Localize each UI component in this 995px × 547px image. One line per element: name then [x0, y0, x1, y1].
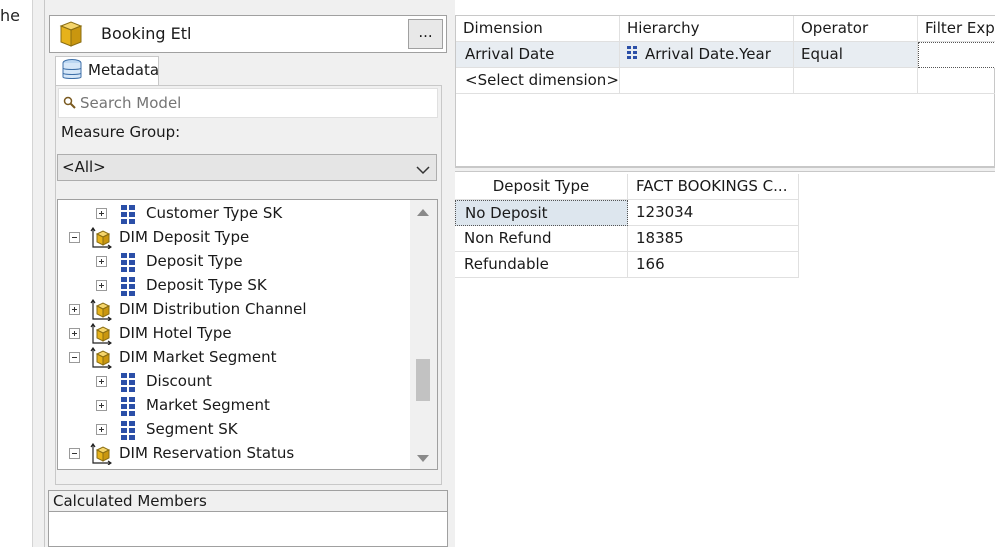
results-cell-deposit-type[interactable]: No Deposit [455, 200, 628, 226]
dimension-icon [90, 226, 113, 250]
tree-item-label: Customer Type SK [146, 204, 283, 222]
calculated-members-label: Calculated Members [53, 492, 207, 510]
measure-group-value: <All> [62, 158, 106, 176]
scrollbar-thumb[interactable] [416, 359, 430, 401]
tree-item-label: Discount [146, 372, 212, 390]
search-input[interactable] [80, 91, 430, 115]
expand-icon[interactable] [96, 376, 107, 387]
tree-item-label: Deposit Type SK [146, 276, 267, 294]
scroll-up-icon[interactable] [414, 205, 432, 219]
measure-group-select[interactable] [57, 154, 437, 181]
strip-gap [33, 0, 45, 547]
tree-item-label: DIM Hotel Type [119, 324, 232, 342]
filter-header-dimension[interactable]: Dimension [456, 16, 620, 42]
results-grid: Deposit Type FACT BOOKINGS C... No Depos… [455, 172, 995, 547]
expand-icon[interactable] [96, 208, 107, 219]
select-dimension-cell[interactable]: <Select dimension> [456, 68, 620, 94]
metadata-tree: Customer Type SK DIM Deposit Type Deposi… [57, 199, 438, 470]
results-cell-deposit-type[interactable]: Non Refund [455, 226, 628, 252]
attribute-hierarchy-icon [120, 276, 136, 296]
attribute-hierarchy-icon [627, 43, 637, 59]
attribute-hierarchy-icon [120, 420, 136, 440]
tab-metadata-label: Metadata [88, 61, 160, 79]
filter-header-hierarchy[interactable]: Hierarchy [620, 16, 794, 42]
collapse-icon[interactable] [69, 232, 80, 243]
filter-header-filter-expression[interactable]: Filter Expr [918, 16, 995, 42]
calculated-members-pane[interactable] [48, 511, 448, 547]
left-side-strip [0, 0, 33, 547]
collapse-icon[interactable] [69, 352, 80, 363]
results-cell-value[interactable]: 166 [628, 252, 799, 278]
dimension-icon [90, 298, 113, 322]
browse-cube-button[interactable]: ... [408, 19, 443, 49]
expand-icon[interactable] [96, 424, 107, 435]
expand-icon[interactable] [96, 400, 107, 411]
dimension-icon [90, 442, 113, 466]
filter-row-operator-empty[interactable] [794, 68, 918, 94]
expand-icon[interactable] [96, 256, 107, 267]
measure-group-label: Measure Group: [61, 123, 181, 141]
chevron-down-icon [416, 161, 430, 175]
tree-scrollbar[interactable] [410, 200, 437, 469]
filter-row-hierarchy-label: Arrival Date.Year [645, 45, 771, 63]
search-icon [63, 96, 77, 110]
tree-item-label: Segment SK [146, 420, 238, 438]
attribute-hierarchy-icon [120, 372, 136, 392]
expand-icon[interactable] [69, 328, 80, 339]
tree-item-label: Market Segment [146, 396, 270, 414]
attribute-hierarchy-icon [120, 204, 136, 224]
filter-row-hierarchy[interactable]: Arrival Date.Year [620, 42, 794, 68]
dimension-icon [90, 322, 113, 346]
tree-item-label: DIM Reservation Status [119, 444, 295, 462]
tree-item-label: DIM Distribution Channel [119, 300, 307, 318]
filter-row-expression-empty[interactable] [918, 68, 995, 94]
results-cell-deposit-type[interactable]: Refundable [455, 252, 628, 278]
results-header-deposit-type[interactable]: Deposit Type [455, 174, 628, 200]
metadata-icon [60, 57, 85, 83]
results-cell-value[interactable]: 18385 [628, 226, 799, 252]
tree-item-label: Deposit Type [146, 252, 243, 270]
results-header-measure[interactable]: FACT BOOKINGS C... [628, 174, 799, 200]
attribute-hierarchy-icon [120, 396, 136, 416]
attribute-hierarchy-icon [120, 252, 136, 272]
filter-row-filter-expression[interactable] [918, 42, 995, 68]
scroll-down-icon[interactable] [414, 452, 432, 466]
filter-row-dimension[interactable]: Arrival Date [456, 42, 620, 68]
cube-icon [58, 20, 84, 48]
filter-header-operator[interactable]: Operator [794, 16, 918, 42]
expand-icon[interactable] [69, 304, 80, 315]
expand-icon[interactable] [96, 280, 107, 291]
tree-item-label: DIM Deposit Type [119, 228, 250, 246]
left-strip-text: he [0, 6, 20, 25]
filter-row-operator[interactable]: Equal [794, 42, 918, 68]
filter-row-hierarchy-empty[interactable] [620, 68, 794, 94]
cube-name: Booking Etl [101, 24, 192, 43]
collapse-icon[interactable] [69, 448, 80, 459]
dimension-icon [90, 346, 113, 370]
tree-item-label: DIM Market Segment [119, 348, 277, 366]
results-cell-value[interactable]: 123034 [628, 200, 799, 226]
filter-grid: Dimension Hierarchy Operator Filter Expr… [455, 15, 995, 167]
